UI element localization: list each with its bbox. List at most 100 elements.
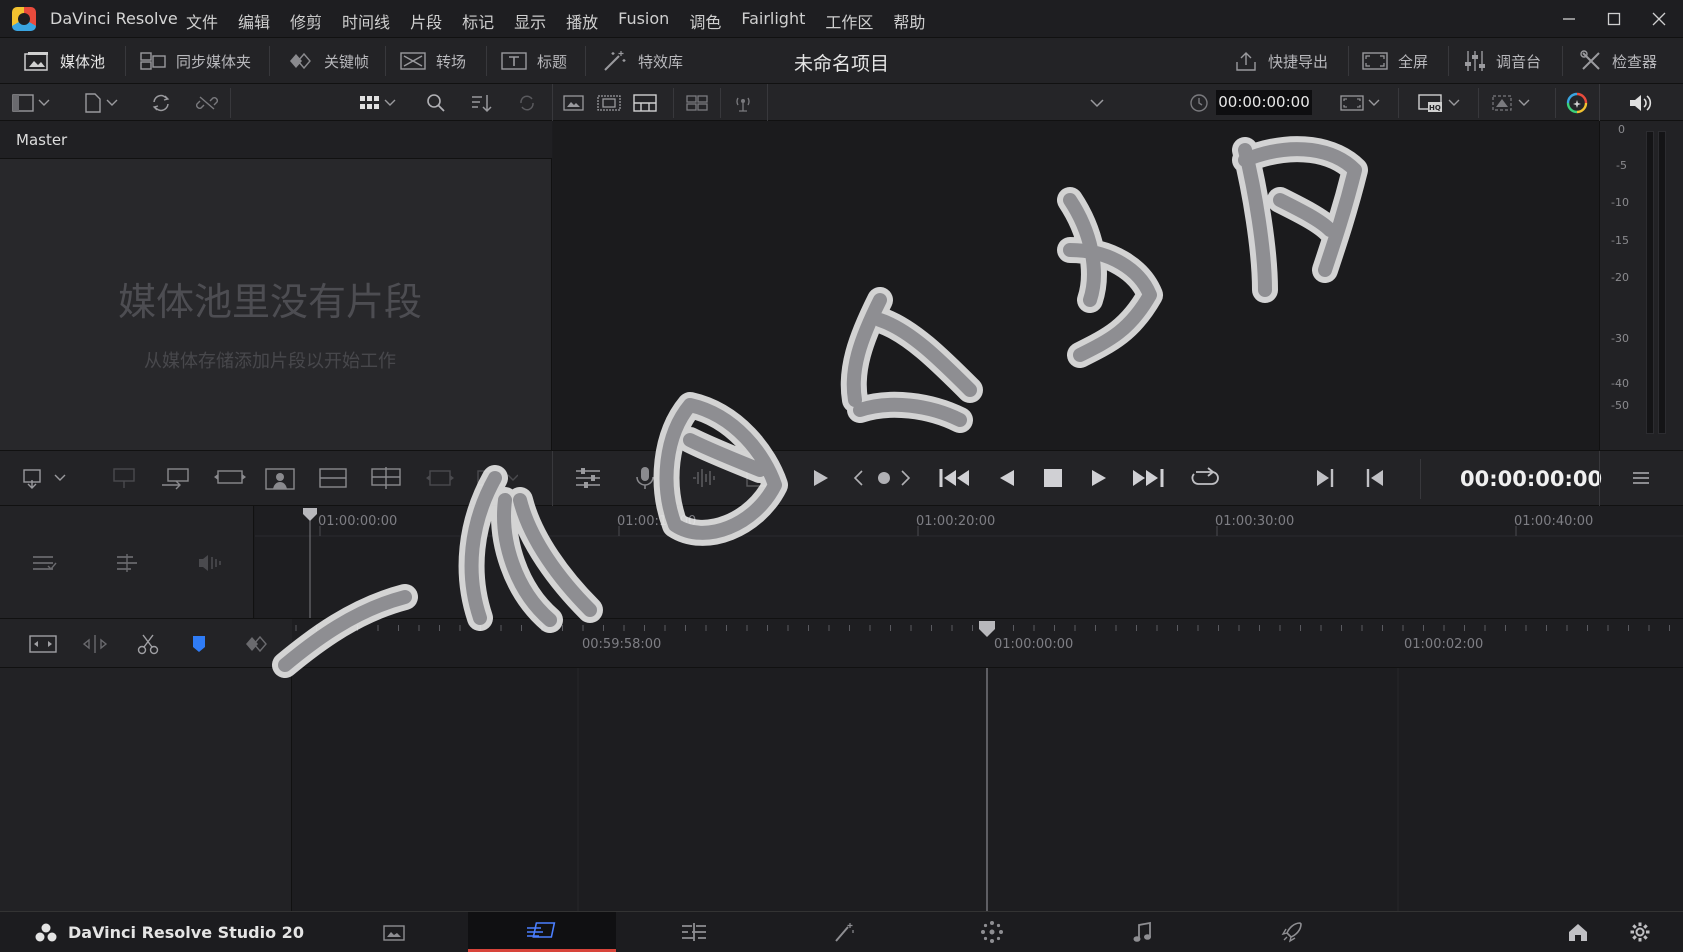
sort-button[interactable] [470,90,492,116]
menu-trim[interactable]: 修剪 [290,9,322,33]
fit-to-fill-button[interactable] [424,465,456,491]
replace-button[interactable] [476,465,518,491]
search-button[interactable] [426,90,446,116]
media-pool-panel: Master 媒体池里没有片段 从媒体存储添加片段以开始工作 [0,121,552,450]
append-button[interactable] [160,465,192,491]
viewer-timecode[interactable]: 00:00:00:00 [1216,90,1312,115]
menu-fairlight[interactable]: Fairlight [741,9,805,33]
source-overwrite-button[interactable] [370,465,402,491]
new-bin-button[interactable] [84,90,118,116]
lower-timeline[interactable] [292,668,1683,911]
menu-help[interactable]: 帮助 [893,9,925,33]
jog-center-button[interactable] [874,465,894,491]
menu-color[interactable]: 调色 [689,9,721,33]
menu-workspace[interactable]: 工作区 [825,9,873,33]
mixer-toggle[interactable]: 调音台 [1464,38,1541,84]
page-cut[interactable] [468,912,616,952]
go-to-start-button[interactable] [938,465,972,491]
minimize-button[interactable] [1555,6,1583,32]
broadcast-button[interactable] [734,90,752,116]
audio-track-button[interactable] [114,550,140,576]
view-mode-button[interactable] [360,90,396,116]
master-bin-label[interactable]: Master [16,131,67,149]
page-deliver[interactable] [1218,912,1366,952]
keyframe-tool-button[interactable] [240,631,270,657]
relink-button[interactable] [150,90,172,116]
stop-button[interactable] [1042,465,1064,491]
mark-in-button[interactable] [1314,465,1336,491]
page-media[interactable] [320,912,468,952]
page-color[interactable] [918,912,1066,952]
ripple-overwrite-button[interactable] [212,465,248,491]
loudness-button[interactable] [690,465,720,491]
unlink-button[interactable] [196,90,218,116]
play-reverse-slow-button[interactable] [808,465,832,491]
timeline-timecode[interactable]: 00:00:00:00 [1460,467,1602,491]
smart-insert-button[interactable] [108,465,140,491]
titles-toggle[interactable]: 标题 [501,38,567,84]
menu-fusion[interactable]: Fusion [618,9,669,33]
zoom-to-fit-button[interactable] [28,631,58,657]
new-file-icon [84,93,102,113]
lower-timeline-ruler[interactable]: 00:59:58:00 01:00:00:00 01:00:02:00 [292,618,1683,668]
next-edit-button[interactable] [900,465,912,491]
go-to-end-button[interactable] [1130,465,1166,491]
timecode-mode-button[interactable] [1188,90,1210,116]
page-fairlight[interactable] [1068,912,1216,952]
voiceover-button[interactable] [632,465,658,491]
filmstrip-button[interactable] [597,90,621,116]
color-fx-button[interactable] [1565,90,1589,116]
viewer-overlay-button[interactable] [1490,90,1530,116]
source-viewer[interactable] [553,121,1599,450]
prev-edit-button[interactable] [852,465,864,491]
menu-edit[interactable]: 编辑 [238,9,270,33]
play-forward-button[interactable] [1088,465,1110,491]
mute-audio-button[interactable] [196,550,224,576]
quick-export-button[interactable]: 快捷导出 [1234,38,1328,84]
media-pool-toggle[interactable]: 媒体池 [24,38,105,84]
fusion-page-icon [832,921,856,943]
viewer-image-button[interactable] [563,90,585,116]
source-tape-button[interactable] [22,465,66,491]
loop-button[interactable] [1188,465,1222,491]
menu-timeline[interactable]: 时间线 [342,9,390,33]
keyframes-toggle[interactable]: 关键帧 [284,38,369,84]
trim-view-button[interactable] [744,465,774,491]
page-edit[interactable] [620,912,768,952]
maximize-button[interactable] [1600,6,1628,32]
playback-quality-button[interactable]: HQ [1418,90,1460,116]
sync-bin-toggle[interactable]: 同步媒体夹 [140,38,251,84]
close-up-button[interactable] [264,465,296,491]
viewer-dropdown[interactable] [1090,90,1104,116]
menu-view[interactable]: 显示 [514,9,546,33]
refresh-button[interactable] [517,90,537,116]
marker-button[interactable] [190,631,208,657]
detail-zoom-button[interactable] [80,631,110,657]
viewer-options-button[interactable] [574,465,602,491]
multicam-button[interactable] [686,90,708,116]
stop-icon [1042,466,1064,490]
viewer-zoom-button[interactable] [1340,90,1380,116]
viewer-menu-button[interactable] [1632,465,1650,491]
menu-file[interactable]: 文件 [186,9,218,33]
inspector-toggle[interactable]: 检查器 [1580,38,1657,84]
fullscreen-button[interactable]: 全屏 [1362,38,1428,84]
place-on-top-button[interactable] [318,465,348,491]
menu-playback[interactable]: 播放 [566,9,598,33]
menu-clip[interactable]: 片段 [410,9,442,33]
mark-out-button[interactable] [1364,465,1386,491]
panel-layout-button[interactable] [12,90,50,116]
menu-mark[interactable]: 标记 [462,9,494,33]
effects-toggle[interactable]: 特效库 [602,38,683,84]
play-reverse-button[interactable] [996,465,1018,491]
page-fusion[interactable] [770,912,918,952]
mark-out-icon [1364,466,1386,490]
transitions-toggle[interactable]: 转场 [400,38,466,84]
blade-tool-button[interactable] [136,631,160,657]
audio-volume-button[interactable] [1628,90,1652,116]
close-button[interactable] [1645,6,1673,32]
project-settings-button[interactable] [1600,912,1680,952]
upper-timeline[interactable]: 01:00:00:00 01:00:10:00 01:00:20:00 01:0… [255,506,1683,618]
thumbnail-strip-button[interactable] [633,90,657,116]
track-options-button[interactable] [30,550,58,576]
